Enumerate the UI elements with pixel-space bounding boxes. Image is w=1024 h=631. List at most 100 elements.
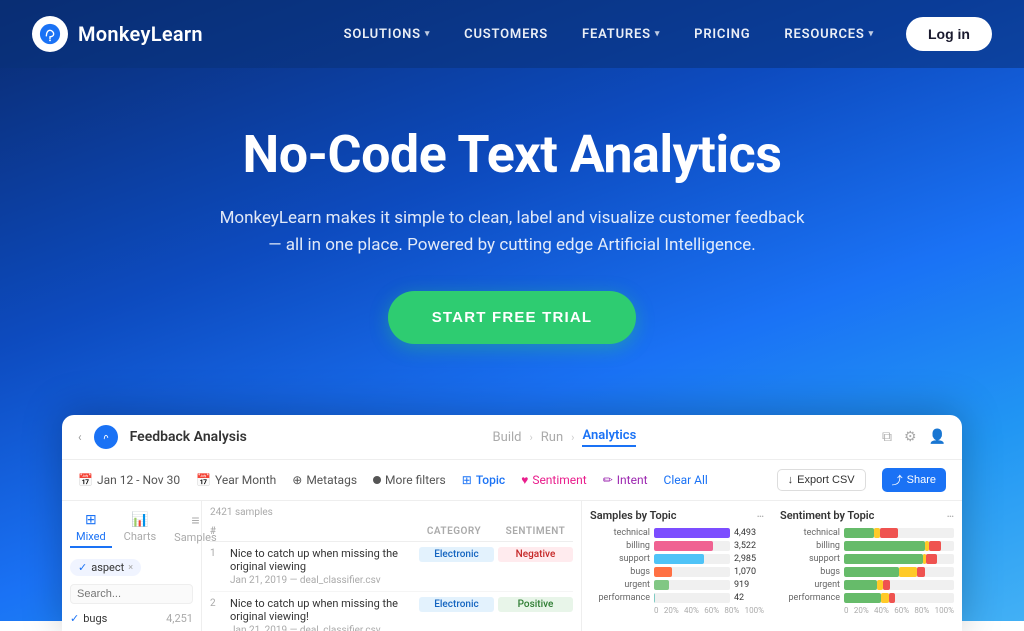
bar-label: bugs — [780, 567, 840, 577]
breadcrumb: Build › Run › Analytics — [493, 428, 637, 447]
bar-fill — [654, 541, 713, 551]
filter-metatags[interactable]: ⊕ Metatags — [292, 473, 357, 487]
mixed-icon: ⊞ — [85, 512, 97, 528]
sentiment-bars: technical billing support bugs urgent pe… — [780, 528, 954, 603]
filter-intent[interactable]: ✏ Intent — [603, 473, 648, 487]
chart-title: Sentiment by Topic … — [780, 509, 954, 522]
dashboard-preview: ‹ Feedback Analysis Build › Run › Analyt… — [62, 415, 962, 631]
filter-topic[interactable]: ⊞ Topic — [462, 473, 505, 487]
nav-item-pricing[interactable]: PRICING — [680, 19, 764, 50]
breadcrumb-analytics[interactable]: Analytics — [582, 428, 636, 447]
bar-track — [654, 541, 730, 551]
bar-track — [844, 567, 954, 577]
tab-mixed[interactable]: ⊞ Mixed — [70, 509, 112, 548]
navbar: MonkeyLearn SOLUTIONS ▾ CUSTOMERS FEATUR… — [0, 0, 1024, 68]
bar-row: bugs 1,070 — [590, 567, 764, 577]
charts-panel: Samples by Topic … technical 4,493 billi… — [582, 501, 962, 631]
bar-label: technical — [780, 528, 840, 538]
bar-value: 919 — [734, 580, 764, 590]
hero-subtitle: MonkeyLearn makes it simple to clean, la… — [212, 205, 812, 259]
dashboard-topbar: ‹ Feedback Analysis Build › Run › Analyt… — [62, 415, 962, 460]
share-button[interactable]: ⤴ Share — [882, 468, 946, 492]
bar-segment — [844, 580, 877, 590]
nav-item-features[interactable]: FEATURES ▾ — [568, 19, 674, 50]
bar-track — [654, 567, 730, 577]
filter-more[interactable]: More filters — [373, 473, 446, 487]
bar-label: urgent — [780, 580, 840, 590]
bar-segment — [929, 541, 941, 551]
nav-item-resources[interactable]: RESOURCES ▾ — [770, 19, 888, 50]
sidebar-tabs: ⊞ Mixed 📊 Charts ≡ Samples — [70, 509, 193, 548]
aspect-tag[interactable]: ✓ aspect × — [70, 559, 141, 576]
bar-label: support — [780, 554, 840, 564]
chevron-down-icon: ▾ — [655, 29, 660, 39]
tag-icon: ⊕ — [292, 473, 302, 487]
table-row: 2 Nice to catch up when missing the orig… — [210, 592, 573, 631]
chart-title: Samples by Topic … — [590, 509, 764, 522]
copy-icon[interactable]: ⧉ — [882, 429, 892, 445]
bar-row: urgent 919 — [590, 580, 764, 590]
filter-date[interactable]: 📅 Jan 12 - Nov 30 — [78, 473, 180, 487]
bar-row: support 2,985 — [590, 554, 764, 564]
download-icon: ↓ — [788, 474, 794, 486]
dashboard-content: ⊞ Mixed 📊 Charts ≡ Samples ✓ aspect × — [62, 501, 962, 631]
filter-sentiment[interactable]: ♥ Sentiment — [521, 473, 587, 487]
user-icon[interactable]: 👤 — [929, 429, 946, 445]
chart-more-icon[interactable]: … — [947, 509, 954, 522]
bar-row: urgent — [780, 580, 954, 590]
row-number: 1 — [210, 547, 226, 559]
bar-track — [654, 580, 730, 590]
nav-item-customers[interactable]: CUSTOMERS — [450, 19, 562, 50]
bar-track — [844, 580, 954, 590]
bar-track — [654, 528, 730, 538]
bar-fill — [654, 593, 655, 603]
back-arrow-icon[interactable]: ‹ — [78, 430, 82, 444]
dot-icon — [373, 476, 381, 484]
bar-row: billing 3,522 — [590, 541, 764, 551]
calendar-icon: 📅 — [196, 473, 211, 487]
breadcrumb-arrow: › — [529, 431, 532, 444]
chart-more-icon[interactable]: … — [757, 509, 764, 522]
chevron-down-icon: ▾ — [425, 29, 430, 39]
bar-fill — [654, 528, 730, 538]
nav-links: SOLUTIONS ▾ CUSTOMERS FEATURES ▾ PRICING… — [330, 17, 992, 51]
bar-fill — [654, 554, 704, 564]
nav-item-solutions[interactable]: SOLUTIONS ▾ — [330, 19, 445, 50]
start-free-trial-button[interactable]: START FREE TRIAL — [388, 291, 637, 344]
breadcrumb-run[interactable]: Run — [541, 430, 563, 445]
bar-track — [844, 593, 954, 603]
bar-label: billing — [780, 541, 840, 551]
logo-icon — [32, 16, 68, 52]
bar-value: 2,985 — [734, 554, 764, 564]
bar-label: bugs — [590, 567, 650, 577]
hero-title: No-Code Text Analytics — [243, 125, 782, 185]
bar-segment — [889, 593, 895, 603]
bar-segment — [883, 580, 891, 590]
check-icon: ✓ — [78, 561, 87, 574]
row-content: Nice to catch up when missing the origin… — [230, 597, 415, 631]
bar-segment — [917, 567, 926, 577]
bar-row: technical — [780, 528, 954, 538]
chevron-down-icon: ▾ — [869, 29, 874, 39]
clear-all-button[interactable]: Clear All — [664, 473, 708, 487]
bar-value: 4,493 — [734, 528, 764, 538]
sentiment-by-topic-chart: Sentiment by Topic … technical billing s… — [772, 501, 962, 631]
login-button[interactable]: Log in — [906, 17, 992, 51]
chart-axis: 020%40%60%80%100% — [780, 606, 954, 615]
row-number: 2 — [210, 597, 226, 609]
tab-charts[interactable]: 📊 Charts — [118, 509, 162, 548]
export-csv-button[interactable]: ↓ Export CSV — [777, 469, 866, 491]
bar-segment — [881, 593, 889, 603]
topic-icon: ⊞ — [462, 473, 472, 487]
sidebar-search[interactable] — [70, 584, 193, 604]
calendar-icon: 📅 — [78, 473, 93, 487]
settings-icon[interactable]: ⚙ — [904, 429, 917, 445]
bar-row: support — [780, 554, 954, 564]
bar-segment — [844, 593, 881, 603]
logo[interactable]: MonkeyLearn — [32, 16, 203, 52]
breadcrumb-build[interactable]: Build — [493, 430, 522, 445]
col-num: # — [210, 526, 226, 537]
bar-segment — [899, 567, 917, 577]
dashboard-title: Feedback Analysis — [130, 429, 247, 445]
filter-period[interactable]: 📅 Year Month — [196, 473, 276, 487]
